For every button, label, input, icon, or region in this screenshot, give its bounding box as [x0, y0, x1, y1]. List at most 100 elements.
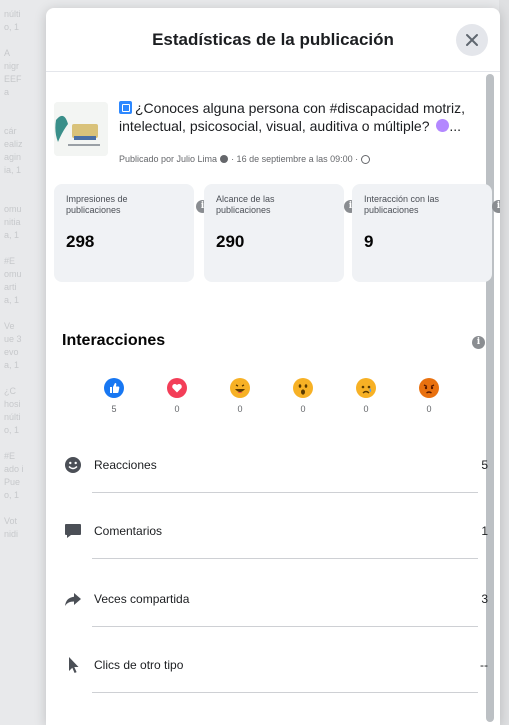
divider — [92, 626, 478, 627]
row-reactions[interactable]: Reacciones 5 — [62, 450, 488, 480]
background-text-fragment: hosi — [4, 399, 21, 409]
background-text-fragment: ia, 1 — [4, 165, 22, 175]
reaction-sad: 0 — [351, 378, 381, 414]
love-icon — [167, 378, 187, 398]
close-icon — [466, 34, 478, 46]
background-text-fragment — [4, 242, 46, 254]
background-text-fragment — [4, 34, 46, 46]
background-text-fragment: Ve — [4, 321, 15, 331]
background-text-fragment: agin — [4, 152, 22, 162]
background-text-fragment: Pue — [4, 477, 21, 487]
background-text-fragment: ado i — [4, 464, 24, 474]
stat-label: Alcance de las publicaciones — [216, 194, 275, 215]
info-icon[interactable]: i — [492, 200, 500, 213]
reaction-count: 0 — [300, 404, 306, 414]
reaction-wow: 0 — [288, 378, 318, 414]
accessibility-icon — [119, 101, 132, 114]
row-label: Reacciones — [94, 458, 157, 472]
info-icon[interactable]: i — [472, 336, 485, 349]
dialog-scrollbar[interactable] — [486, 74, 494, 722]
background-text-fragment: núlti — [4, 9, 21, 19]
divider — [92, 558, 478, 559]
background-text-fragment: #E — [4, 451, 16, 461]
globe-icon — [361, 154, 371, 164]
row-value: 5 — [481, 458, 488, 472]
background-text-fragment: nidi — [4, 529, 19, 539]
background-text-fragment: Vot — [4, 516, 18, 526]
post-statistics-dialog: Estadísticas de la publicación ¿Conoces … — [46, 8, 500, 725]
background-text-fragment: o, 1 — [4, 490, 20, 500]
background-text-fragment: a, 1 — [4, 360, 20, 370]
background-text-fragment: omu — [4, 269, 22, 279]
reaction-count: 0 — [426, 404, 432, 414]
sad-icon — [356, 378, 376, 398]
row-label: Clics de otro tipo — [94, 658, 184, 672]
reaction-count: 0 — [237, 404, 243, 414]
divider — [92, 692, 478, 693]
stat-card-impressions: Impresiones de publicaciones 298 — [54, 184, 194, 282]
background-feed-text: núlti o, 1 Anigr EEF a cár ealiz agin ia, 1 om… — [0, 0, 46, 725]
background-text-fragment — [4, 372, 46, 384]
page-scroll-track — [499, 0, 509, 725]
like-icon — [104, 378, 124, 398]
divider — [92, 492, 478, 493]
background-text-fragment: ue 3 — [4, 334, 22, 344]
row-label: Veces compartida — [94, 592, 190, 606]
post-text[interactable]: ¿Conoces alguna persona con #discapacida… — [119, 99, 489, 135]
cursor-icon — [62, 654, 84, 676]
background-text-fragment: cár — [4, 126, 17, 136]
row-other-clicks[interactable]: Clics de otro tipo -- — [62, 650, 488, 680]
row-comments[interactable]: Comentarios 1 — [62, 516, 488, 546]
row-value: 1 — [481, 524, 488, 538]
background-text-fragment — [4, 99, 46, 111]
background-text-fragment: o, 1 — [4, 425, 20, 435]
wow-icon — [293, 378, 313, 398]
profile-dot-icon — [220, 155, 229, 163]
background-text-fragment — [4, 190, 46, 202]
post-summary[interactable]: ¿Conoces alguna persona con #discapacida… — [54, 96, 484, 182]
post-date: · 16 de septiembre a las 09:00 · — [231, 154, 359, 164]
background-text-fragment: núlti — [4, 412, 21, 422]
background-text-fragment — [4, 112, 46, 124]
stat-label: Interacción con las publicaciones — [364, 194, 440, 215]
haha-icon — [230, 378, 250, 398]
background-text-fragment — [4, 177, 46, 189]
angry-icon — [419, 378, 439, 398]
stat-card-engagement: Interacción con las publicaciones 9 — [352, 184, 492, 282]
stat-label: Impresiones de publicaciones — [66, 194, 128, 215]
row-shares[interactable]: Veces compartida 3 — [62, 584, 488, 614]
background-text-fragment: a, 1 — [4, 295, 20, 305]
background-text-fragment: nitia — [4, 217, 21, 227]
stat-value: 9 — [364, 232, 374, 251]
post-author: Publicado por Julio Lima — [119, 154, 218, 164]
stat-value: 298 — [66, 232, 95, 251]
row-label: Comentarios — [94, 524, 163, 538]
stat-card-reach: Alcance de las publicaciones 290 — [204, 184, 344, 282]
hand-emoji-icon — [436, 119, 450, 132]
background-text-fragment — [4, 437, 46, 449]
background-text-fragment: a, 1 — [4, 230, 20, 240]
background-text-fragment: omu — [4, 204, 22, 214]
background-text-fragment: arti — [4, 282, 17, 292]
smiley-icon — [62, 454, 84, 476]
row-value: -- — [480, 658, 488, 672]
interactions-title: Interacciones — [62, 332, 166, 349]
background-text-fragment: ealiz — [4, 139, 23, 149]
reaction-count: 0 — [174, 404, 180, 414]
row-value: 3 — [481, 592, 488, 606]
reaction-love: 0 — [162, 378, 192, 414]
reaction-count: 5 — [111, 404, 117, 414]
close-button[interactable] — [456, 24, 488, 56]
background-text-fragment: nigr — [4, 61, 20, 71]
background-text-fragment: A — [4, 48, 11, 58]
post-meta: Publicado por Julio Lima · 16 de septiem… — [119, 154, 371, 164]
background-text-fragment — [4, 502, 46, 514]
background-text-fragment: ¿C — [4, 386, 16, 396]
dialog-title: Estadísticas de la publicación — [152, 29, 394, 49]
post-thumbnail — [54, 102, 108, 156]
stat-value: 290 — [216, 232, 245, 251]
reaction-count: 0 — [363, 404, 369, 414]
reaction-haha: 0 — [225, 378, 255, 414]
background-text-fragment: #E — [4, 256, 16, 266]
reaction-like: 5 — [99, 378, 129, 414]
